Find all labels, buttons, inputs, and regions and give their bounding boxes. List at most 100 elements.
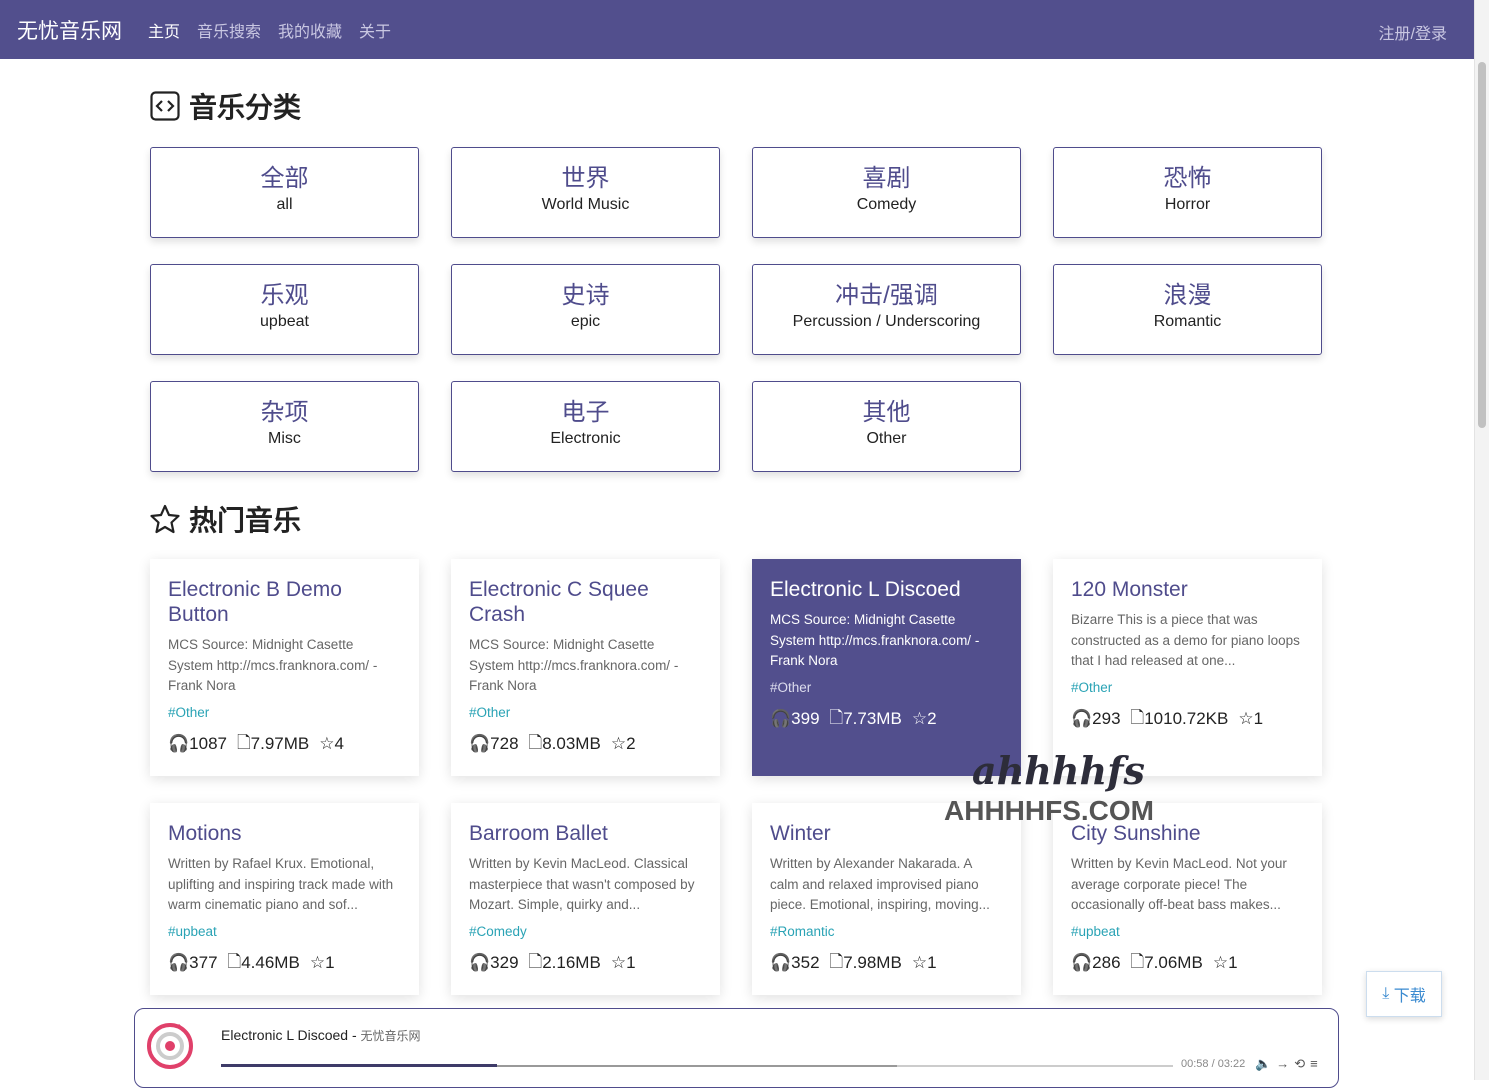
scrollbar[interactable] [1474,0,1489,1080]
category-card[interactable]: 冲击/强调Percussion / Underscoring [752,264,1021,355]
audio-player: Electronic L Discoed - 无忧音乐网 00:58 / 03:… [134,1008,1339,1088]
song-tag[interactable]: #Comedy [469,924,702,939]
fav-count: 1 [927,953,936,973]
headphones-icon: 🎧 [1071,953,1092,973]
download-button[interactable]: ⤓ 下载 [1366,971,1442,1017]
category-en: epic [452,313,719,331]
player-time: 00:58 / 03:22 [1181,1058,1245,1070]
category-en: Electronic [452,430,719,448]
category-card[interactable]: 世界 World Music [451,147,720,238]
file-icon: 🗋 [1131,705,1145,734]
category-card[interactable]: 乐观 upbeat [150,264,419,355]
player-progress-bar[interactable] [221,1065,1173,1067]
category-card[interactable]: 电子 Electronic [451,381,720,472]
play-count: 293 [1092,709,1120,729]
song-description: Written by Kevin MacLeod. Not your avera… [1071,854,1304,916]
category-card[interactable]: 恐怖Horror [1053,147,1322,238]
star-icon[interactable]: ☆ [912,953,927,973]
song-card[interactable]: City Sunshine Written by Kevin MacLeod. … [1053,803,1322,995]
song-title[interactable]: Electronic B Demo Button [168,577,401,627]
category-zh: 世界 [452,164,719,194]
login-link[interactable]: 注册/登录 [1379,20,1447,44]
song-tag[interactable]: #Other [469,705,702,720]
category-en: Misc [151,430,418,448]
song-card[interactable]: Electronic B Demo Button MCS Source: Mid… [150,559,419,776]
file-size: 8.03MB [542,734,601,754]
category-card[interactable]: 史诗epic [451,264,720,355]
category-card[interactable]: 杂项 Misc [150,381,419,472]
song-title[interactable]: Electronic L Discoed [770,577,1003,602]
nav-about[interactable]: 关于 [359,18,391,42]
category-card[interactable]: 浪漫Romantic [1053,264,1322,355]
category-card[interactable]: 喜剧Comedy [752,147,1021,238]
headphones-icon: 🎧 [469,734,490,754]
code-icon [150,91,180,121]
file-size: 7.98MB [843,953,902,973]
category-en: World Music [452,196,719,214]
category-zh: 杂项 [151,398,418,428]
category-en: Horror [1054,196,1321,214]
file-size: 7.97MB [251,734,310,754]
headphones-icon: 🎧 [770,953,791,973]
category-zh: 其他 [753,398,1020,428]
song-tag[interactable]: #upbeat [1071,924,1304,939]
song-title[interactable]: Motions [168,821,401,846]
category-en: all [151,196,418,214]
fav-count: 1 [626,953,635,973]
category-en: Other [753,430,1020,448]
song-title[interactable]: Electronic C Squee Crash [469,577,702,627]
nav-home[interactable]: 主页 [148,18,180,42]
play-count: 286 [1092,953,1120,973]
headphones-icon: 🎧 [168,953,189,973]
category-card[interactable]: 其他 Other [752,381,1021,472]
song-card[interactable]: Electronic C Squee Crash MCS Source: Mid… [451,559,720,776]
play-count: 728 [490,734,518,754]
song-card[interactable]: Winter Written by Alexander Nakarada. A … [752,803,1021,995]
file-size: 2.16MB [542,953,601,973]
song-description: Written by Rafael Krux. Emotional, uplif… [168,854,401,916]
playlist-icon[interactable]: ≡ [1310,1056,1323,1071]
file-icon: 🗋 [529,949,543,978]
song-description: Written by Alexander Nakarada. A calm an… [770,854,1003,916]
fav-count: 1 [1254,709,1263,729]
next-icon[interactable]: → [1276,1056,1294,1071]
category-en: Comedy [753,196,1020,214]
loop-icon[interactable]: ⟲ [1294,1056,1310,1071]
song-card[interactable]: Electronic L Discoed MCS Source: Midnigh… [752,559,1021,776]
nav-search[interactable]: 音乐搜索 [197,18,261,42]
headphones-icon: 🎧 [1071,709,1092,729]
star-icon[interactable]: ☆ [611,953,626,973]
song-title[interactable]: 120 Monster [1071,577,1304,602]
fav-count: 1 [325,953,334,973]
brand-logo[interactable]: 无忧音乐网 [17,15,122,45]
nav-favorites[interactable]: 我的收藏 [278,18,342,42]
song-card[interactable]: Barroom Ballet Written by Kevin MacLeod.… [451,803,720,995]
song-description: MCS Source: Midnight Casette System http… [168,635,401,697]
song-tag[interactable]: #Other [770,680,1003,695]
category-zh: 电子 [452,398,719,428]
file-icon: 🗋 [830,949,844,978]
song-description: MCS Source: Midnight Casette System http… [770,610,1003,672]
star-icon[interactable]: ☆ [319,734,334,754]
song-card[interactable]: Motions Written by Rafael Krux. Emotiona… [150,803,419,995]
fav-count: 2 [626,734,635,754]
volume-icon[interactable]: 🔈 [1255,1056,1276,1071]
star-icon[interactable]: ☆ [1213,953,1228,973]
star-icon[interactable]: ☆ [611,734,626,754]
category-en: upbeat [151,313,418,331]
song-description: MCS Source: Midnight Casette System http… [469,635,702,697]
song-tag[interactable]: #Romantic [770,924,1003,939]
hot-heading: 热门音乐 [150,499,301,539]
song-tag[interactable]: #upbeat [168,924,401,939]
scrollbar-thumb[interactable] [1478,62,1486,428]
star-icon[interactable]: ☆ [912,709,927,729]
star-icon[interactable]: ☆ [310,953,325,973]
star-icon[interactable]: ☆ [1238,709,1253,729]
song-title[interactable]: Barroom Ballet [469,821,702,846]
song-tag[interactable]: #Other [1071,680,1304,695]
file-icon: 🗋 [237,730,251,759]
category-card[interactable]: 全部all [150,147,419,238]
category-zh: 乐观 [151,281,418,311]
song-card[interactable]: 120 Monster Bizarre This is a piece that… [1053,559,1322,776]
song-tag[interactable]: #Other [168,705,401,720]
